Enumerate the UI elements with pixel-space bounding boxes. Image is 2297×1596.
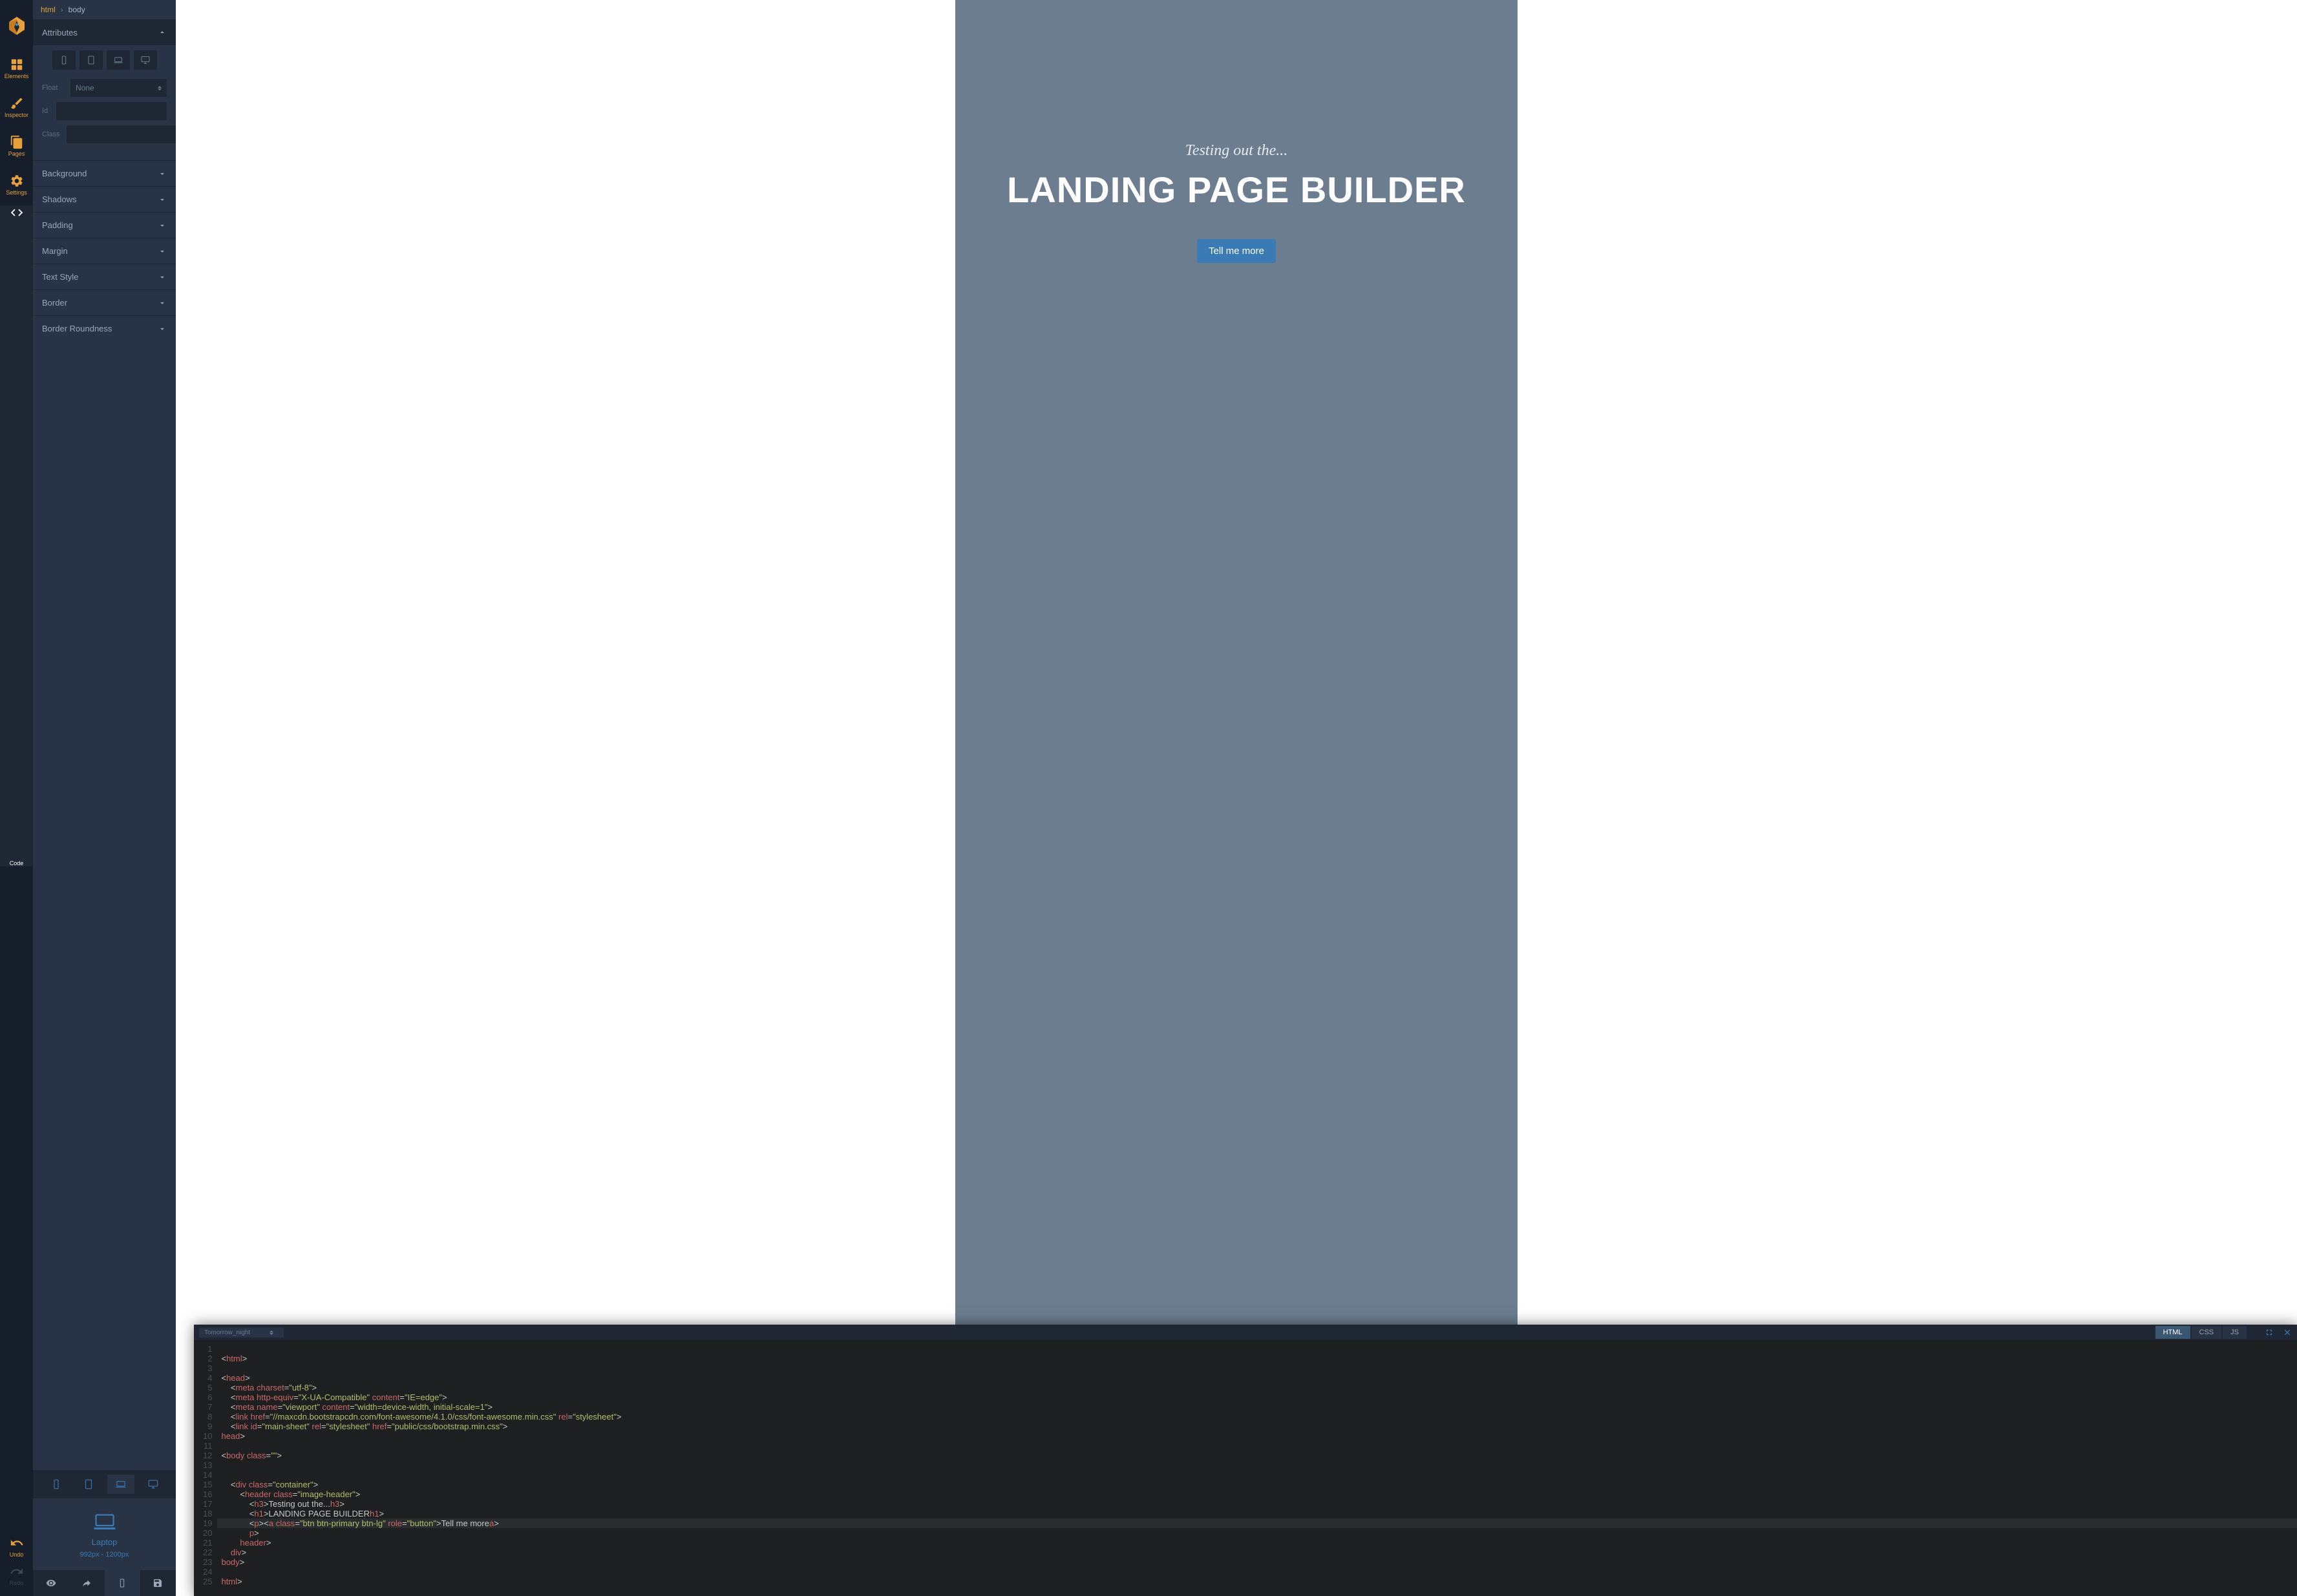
section-text-style[interactable]: Text Style (33, 264, 176, 289)
preview-button[interactable] (33, 1570, 69, 1596)
section-border-roundness[interactable]: Border Roundness (33, 315, 176, 341)
inspector-panel: html › body Attributes Float None (33, 0, 176, 1596)
rail-elements[interactable]: Elements (0, 50, 33, 87)
section-background[interactable]: Background (33, 160, 176, 186)
device-desktop[interactable] (134, 50, 157, 70)
section-shadows[interactable]: Shadows (33, 186, 176, 212)
chevron-down-icon (158, 273, 167, 282)
breadcrumb-root[interactable]: html (41, 5, 56, 14)
line-gutter: 1234567891011121314151617181920212223242… (194, 1340, 217, 1596)
float-label: Float (42, 84, 64, 92)
breadcrumb-separator: › (61, 5, 63, 14)
main-area: Testing out the... LANDING PAGE BUILDER … (176, 0, 2297, 1596)
chevron-down-icon (158, 195, 167, 204)
id-input[interactable] (56, 102, 167, 120)
left-rail: Elements Inspector Pages Settings Code U… (0, 0, 33, 1596)
editor-toolbar: Tomorrow_night HTML CSS JS (194, 1325, 2297, 1340)
preview-desktop[interactable] (140, 1475, 167, 1494)
breadcrumb[interactable]: html › body (33, 0, 176, 19)
preview-title[interactable]: LANDING PAGE BUILDER (1007, 169, 1466, 211)
tab-html[interactable]: HTML (2155, 1326, 2190, 1339)
code-area[interactable]: 1234567891011121314151617181920212223242… (194, 1340, 2297, 1596)
preview-tablet[interactable] (75, 1475, 102, 1494)
preview-phone[interactable] (43, 1475, 70, 1494)
app-logo (6, 16, 27, 36)
device-phone-portrait[interactable] (52, 50, 76, 70)
rail-inspector[interactable]: Inspector (0, 89, 33, 125)
select-caret-icon (158, 86, 162, 90)
fullscreen-icon[interactable] (2265, 1328, 2274, 1337)
export-button[interactable] (69, 1570, 104, 1596)
responsive-toggle-row (42, 50, 167, 70)
preview-cta-button[interactable]: Tell me more (1197, 239, 1276, 263)
editor-tabs: HTML CSS JS (2155, 1326, 2247, 1339)
select-caret-icon (270, 1330, 273, 1335)
attributes-header[interactable]: Attributes (33, 19, 176, 45)
device-laptop[interactable] (107, 50, 130, 70)
id-label: Id (42, 107, 50, 115)
bottom-toolbar (33, 1570, 176, 1596)
laptop-icon (93, 1510, 116, 1533)
code-source[interactable]: <html><head> <meta charset="utf-8"> <met… (217, 1340, 2297, 1596)
rail-pages[interactable]: Pages (0, 128, 33, 164)
save-button[interactable] (140, 1570, 176, 1596)
rail-settings[interactable]: Settings (0, 167, 33, 203)
chevron-down-icon (158, 299, 167, 308)
float-select[interactable]: None (70, 79, 167, 97)
chevron-down-icon (158, 221, 167, 230)
chevron-down-icon (158, 247, 167, 256)
section-margin[interactable]: Margin (33, 238, 176, 264)
device-preview-bar (33, 1470, 176, 1498)
close-icon[interactable] (2283, 1328, 2292, 1337)
code-editor: Tomorrow_night HTML CSS JS 1234567891011… (194, 1325, 2297, 1596)
breadcrumb-current[interactable]: body (69, 5, 85, 14)
undo-button[interactable]: Undo (0, 1533, 33, 1561)
section-padding[interactable]: Padding (33, 212, 176, 238)
class-label: Class (42, 131, 60, 138)
tab-css[interactable]: CSS (2192, 1326, 2222, 1339)
tab-js[interactable]: JS (2223, 1326, 2247, 1339)
theme-select[interactable]: Tomorrow_night (199, 1328, 284, 1338)
attributes-title: Attributes (42, 28, 78, 37)
class-input[interactable] (67, 125, 177, 143)
section-border[interactable]: Border (33, 289, 176, 315)
device-size: 992px - 1200px (80, 1551, 129, 1559)
chevron-down-icon (158, 324, 167, 333)
preview-subtitle[interactable]: Testing out the... (1185, 142, 1287, 160)
preview-laptop[interactable] (107, 1475, 134, 1494)
chevron-down-icon (158, 169, 167, 178)
chevron-up-icon (158, 28, 167, 37)
device-tablet[interactable] (79, 50, 103, 70)
device-info: Laptop 992px - 1200px (33, 1498, 176, 1570)
rail-code[interactable]: Code (0, 205, 33, 866)
device-name: Laptop (92, 1537, 118, 1547)
redo-button[interactable]: Redo (0, 1561, 33, 1590)
mobile-view-button[interactable] (105, 1570, 140, 1596)
